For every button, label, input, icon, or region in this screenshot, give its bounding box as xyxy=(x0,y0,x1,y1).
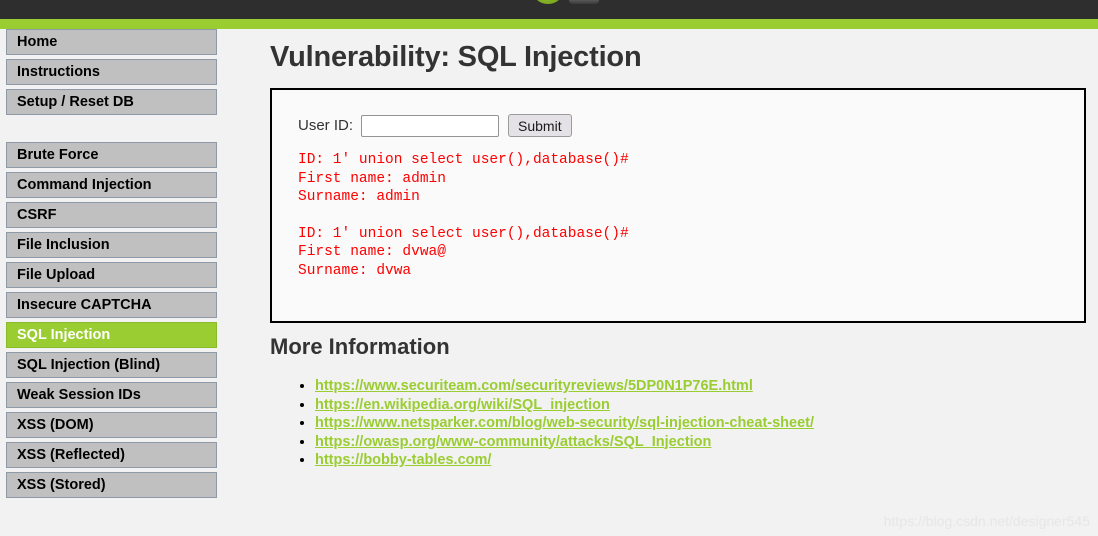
main-content: Vulnerability: SQL Injection User ID: Su… xyxy=(223,29,1098,536)
result-surname-line: Surname: admin xyxy=(298,189,420,205)
logo-disc-icon xyxy=(531,0,565,4)
logo-shine-icon xyxy=(569,0,599,4)
list-item: https://owasp.org/www-community/attacks/… xyxy=(315,433,814,452)
sidebar-group-primary: Home Instructions Setup / Reset DB xyxy=(0,29,223,115)
result-first-name-line: First name: admin xyxy=(298,170,446,187)
list-item: https://www.netsparker.com/blog/web-secu… xyxy=(315,414,814,433)
external-link[interactable]: https://owasp.org/www-community/attacks/… xyxy=(315,434,711,450)
result-first-name-line: First name: dvwa@ xyxy=(298,244,446,260)
sidebar-nav: Home Instructions Setup / Reset DB Brute F… xyxy=(0,29,223,536)
dvwa-logo xyxy=(530,0,600,4)
result-block: ID: 1' union select user(),database()# Fi… xyxy=(298,225,1084,281)
sidebar-item-sql-injection[interactable]: SQL Injection xyxy=(6,322,217,348)
more-information-links: https://www.securiteam.com/securityrevie… xyxy=(293,377,814,470)
result-surname-line: Surname: dvwa xyxy=(298,262,412,279)
sidebar-item-instructions[interactable]: Instructions xyxy=(6,59,217,85)
result-id-line: ID: 1' union select user(),database()# xyxy=(298,152,629,168)
list-item: https://www.securiteam.com/securityrevie… xyxy=(315,377,814,396)
sidebar-item-xss-stored[interactable]: XSS (Stored) xyxy=(6,472,217,498)
page-root: Home Instructions Setup / Reset DB Brute F… xyxy=(0,0,1098,536)
sidebar-item-setup-reset-db[interactable]: Setup / Reset DB xyxy=(6,89,217,115)
result-block: ID: 1' union select user(),database()# Fi… xyxy=(298,151,1084,207)
list-item: https://en.wikipedia.org/wiki/SQL_inject… xyxy=(315,396,814,415)
sidebar-item-csrf[interactable]: CSRF xyxy=(6,202,217,228)
external-link[interactable]: https://bobby-tables.com/ xyxy=(315,452,491,468)
sidebar-item-sql-injection-blind[interactable]: SQL Injection (Blind) xyxy=(6,352,217,378)
sidebar-item-file-upload[interactable]: File Upload xyxy=(6,262,217,288)
sidebar-item-file-inclusion[interactable]: File Inclusion xyxy=(6,232,217,258)
sidebar-group-divider xyxy=(0,119,223,142)
sidebar-item-weak-session-ids[interactable]: Weak Session IDs xyxy=(6,382,217,408)
submit-button[interactable]: Submit xyxy=(508,114,572,137)
sidebar-item-insecure-captcha[interactable]: Insecure CAPTCHA xyxy=(6,292,217,318)
vulnerability-panel: User ID: Submit ID: 1' union select user… xyxy=(270,88,1086,323)
more-information-heading: More Information xyxy=(270,334,450,359)
sidebar-item-xss-reflected[interactable]: XSS (Reflected) xyxy=(6,442,217,468)
list-item: https://bobby-tables.com/ xyxy=(315,451,814,470)
result-id-line: ID: 1' union select user(),database()# xyxy=(298,225,629,242)
top-header-bar xyxy=(0,0,1098,19)
user-id-label: User ID: xyxy=(298,117,354,134)
header-accent-strip xyxy=(0,19,1098,29)
watermark: https://blog.csdn.net/designer545 xyxy=(883,513,1090,529)
user-id-form: User ID: Submit xyxy=(272,90,1084,137)
sidebar-item-home[interactable]: Home xyxy=(6,29,217,55)
sidebar-item-brute-force[interactable]: Brute Force xyxy=(6,142,217,168)
external-link[interactable]: https://www.netsparker.com/blog/web-secu… xyxy=(315,415,814,431)
sidebar-item-xss-dom[interactable]: XSS (DOM) xyxy=(6,412,217,438)
external-link[interactable]: https://www.securiteam.com/securityrevie… xyxy=(315,378,753,394)
page-title: Vulnerability: SQL Injection xyxy=(270,41,642,73)
sidebar-group-modules: Brute Force Command Injection CSRF File Inc… xyxy=(0,142,223,498)
query-results: ID: 1' union select user(),database()# Fi… xyxy=(272,137,1084,280)
external-link[interactable]: https://en.wikipedia.org/wiki/SQL_inject… xyxy=(315,397,610,413)
sidebar-item-command-injection[interactable]: Command Injection xyxy=(6,172,217,198)
user-id-input[interactable] xyxy=(361,114,500,137)
